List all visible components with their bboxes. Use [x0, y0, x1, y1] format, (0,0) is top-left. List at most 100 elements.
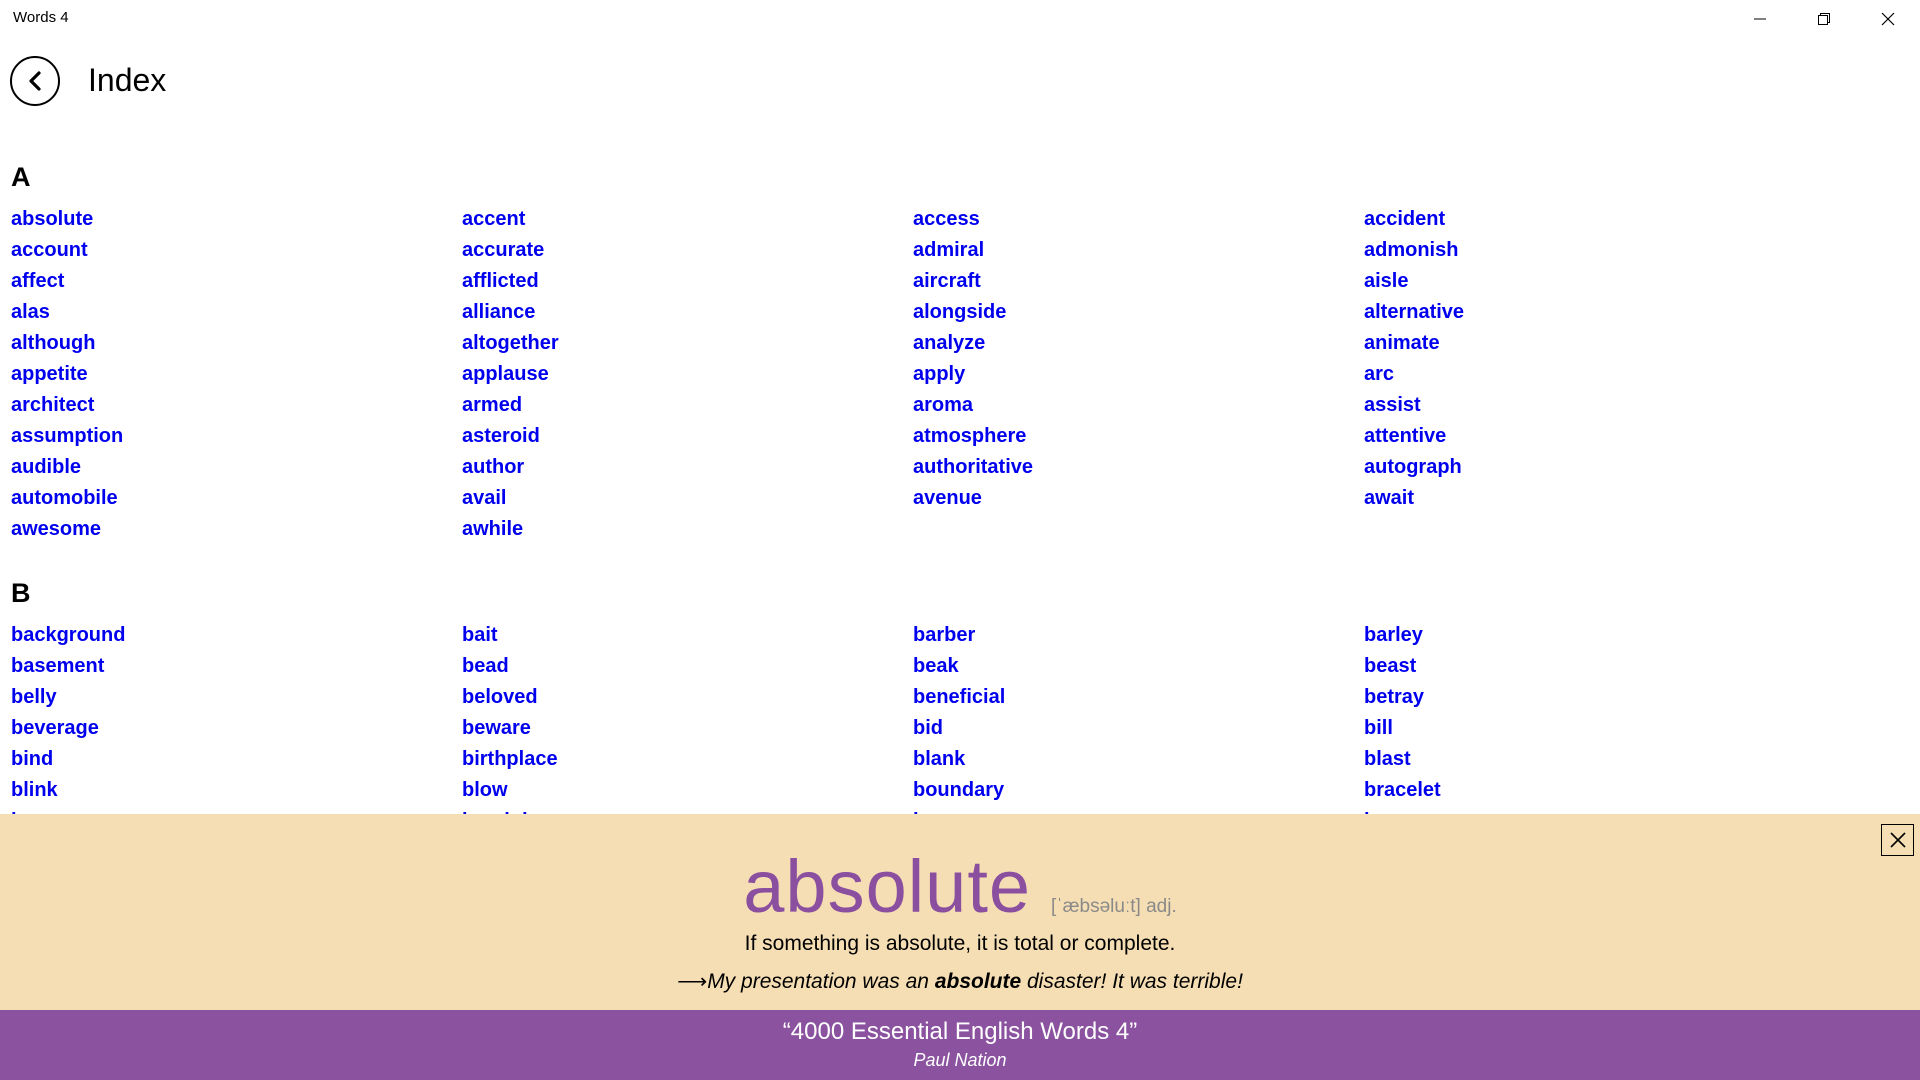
word-link[interactable]: breakdown [462, 806, 913, 814]
index-section-b: B background bait barber barley basement bead… [0, 566, 1920, 814]
word-link[interactable]: brew [1364, 806, 1815, 814]
word-link[interactable]: admiral [913, 235, 1364, 266]
word-link[interactable]: apply [913, 359, 1364, 390]
word-link[interactable]: blink [11, 775, 462, 806]
word-link[interactable]: affect [11, 266, 462, 297]
word-link[interactable]: aisle [1364, 266, 1815, 297]
word-link[interactable]: animate [1364, 328, 1815, 359]
word-link[interactable]: bracelet [1364, 775, 1815, 806]
back-button[interactable] [10, 56, 60, 106]
app-title: Words 4 [13, 9, 69, 26]
word-link[interactable]: absolute [11, 204, 462, 235]
word-link[interactable]: accurate [462, 235, 913, 266]
word-link[interactable]: appetite [11, 359, 462, 390]
word-link[interactable]: architect [11, 390, 462, 421]
word-link[interactable]: beak [913, 651, 1364, 682]
word-link[interactable]: asteroid [462, 421, 913, 452]
word-link[interactable]: bait [462, 620, 913, 651]
word-link[interactable]: blow [462, 775, 913, 806]
book-title: “4000 Essential English Words 4” [782, 1018, 1138, 1045]
minimize-icon [1754, 18, 1766, 20]
word-link[interactable]: atmosphere [913, 421, 1364, 452]
word-link[interactable]: beast [1364, 651, 1815, 682]
word-link[interactable]: bill [1364, 713, 1815, 744]
word-link[interactable]: betray [1364, 682, 1815, 713]
definition: If something is absolute, it is total or… [744, 932, 1176, 955]
word-link[interactable]: background [11, 620, 462, 651]
word-link[interactable]: admonish [1364, 235, 1815, 266]
word-grid: absolute accent access accident account accur… [0, 204, 1920, 545]
word-link[interactable]: breeze [913, 806, 1364, 814]
example-sentence: ⟶My presentation was an absolute disaste… [0, 969, 1920, 994]
restore-button[interactable] [1792, 0, 1856, 38]
word-link[interactable]: bead [462, 651, 913, 682]
word-link[interactable]: access [913, 204, 1364, 235]
word-link[interactable]: awesome [11, 514, 462, 545]
word-link[interactable]: alliance [462, 297, 913, 328]
word-link[interactable]: arc [1364, 359, 1815, 390]
headword-line: absolute [ˈæbsəluːt] adj. [0, 844, 1920, 929]
page-title: Index [88, 62, 167, 98]
restore-icon [1818, 13, 1830, 25]
pronunciation: [ˈæbsəluːt] adj. [1051, 896, 1177, 917]
close-window-button[interactable] [1856, 0, 1920, 38]
word-link[interactable]: assumption [11, 421, 462, 452]
word-link[interactable]: alternative [1364, 297, 1815, 328]
word-link[interactable]: attentive [1364, 421, 1815, 452]
word-link[interactable]: avenue [913, 483, 1364, 514]
example-text-after: disaster! It was terrible! [1021, 970, 1243, 993]
word-link[interactable]: beneficial [913, 682, 1364, 713]
word-link[interactable]: barley [1364, 620, 1815, 651]
word-link[interactable]: aroma [913, 390, 1364, 421]
page-header: Index [0, 52, 1920, 112]
word-link[interactable]: assist [1364, 390, 1815, 421]
word-link[interactable]: automobile [11, 483, 462, 514]
word-link[interactable]: beverage [11, 713, 462, 744]
close-icon [1881, 12, 1895, 26]
headword: absolute [743, 845, 1032, 928]
word-link[interactable]: afflicted [462, 266, 913, 297]
word-link[interactable]: author [462, 452, 913, 483]
word-link[interactable]: alongside [913, 297, 1364, 328]
word-link[interactable]: altogether [462, 328, 913, 359]
arrow-icon: ⟶ [677, 970, 708, 993]
word-link[interactable]: aircraft [913, 266, 1364, 297]
example-keyword: absolute [934, 970, 1022, 993]
chevron-left-icon [29, 71, 41, 91]
word-link[interactable]: although [11, 328, 462, 359]
word-link[interactable]: awhile [462, 514, 913, 545]
word-link[interactable]: beware [462, 713, 913, 744]
word-link[interactable]: autograph [1364, 452, 1815, 483]
example-text-before: My presentation was an [707, 970, 935, 993]
word-link[interactable]: await [1364, 483, 1815, 514]
word-link[interactable]: birthplace [462, 744, 913, 775]
word-link[interactable]: bid [913, 713, 1364, 744]
word-link[interactable]: accident [1364, 204, 1815, 235]
minimize-button[interactable] [1728, 0, 1792, 38]
word-link[interactable]: armed [462, 390, 913, 421]
index-list[interactable]: A absolute accent access accident account acc… [0, 150, 1920, 814]
word-link[interactable]: barber [913, 620, 1364, 651]
word-link[interactable]: analyze [913, 328, 1364, 359]
word-detail-panel: absolute [ˈæbsəluːt] adj. If something is… [0, 814, 1920, 1010]
word-link[interactable]: brag [11, 806, 462, 814]
word-link[interactable]: applause [462, 359, 913, 390]
word-link[interactable]: basement [11, 651, 462, 682]
word-link[interactable]: audible [11, 452, 462, 483]
index-section-a: A absolute accent access accident account acc… [0, 150, 1920, 562]
word-link[interactable]: bind [11, 744, 462, 775]
word-link[interactable]: alas [11, 297, 462, 328]
word-link[interactable]: beloved [462, 682, 913, 713]
section-letter: B [11, 578, 31, 608]
word-link[interactable]: boundary [913, 775, 1364, 806]
word-link[interactable]: avail [462, 483, 913, 514]
book-author: Paul Nation [913, 1050, 1007, 1070]
word-link[interactable]: blank [913, 744, 1364, 775]
word-link[interactable]: authoritative [913, 452, 1364, 483]
word-link[interactable]: account [11, 235, 462, 266]
title-bar: Words 4 [0, 0, 1920, 38]
word-link[interactable]: accent [462, 204, 913, 235]
word-link[interactable]: blast [1364, 744, 1815, 775]
word-link[interactable]: belly [11, 682, 462, 713]
app-window: Words 4 Index A absolute accent access a… [0, 0, 1920, 1080]
